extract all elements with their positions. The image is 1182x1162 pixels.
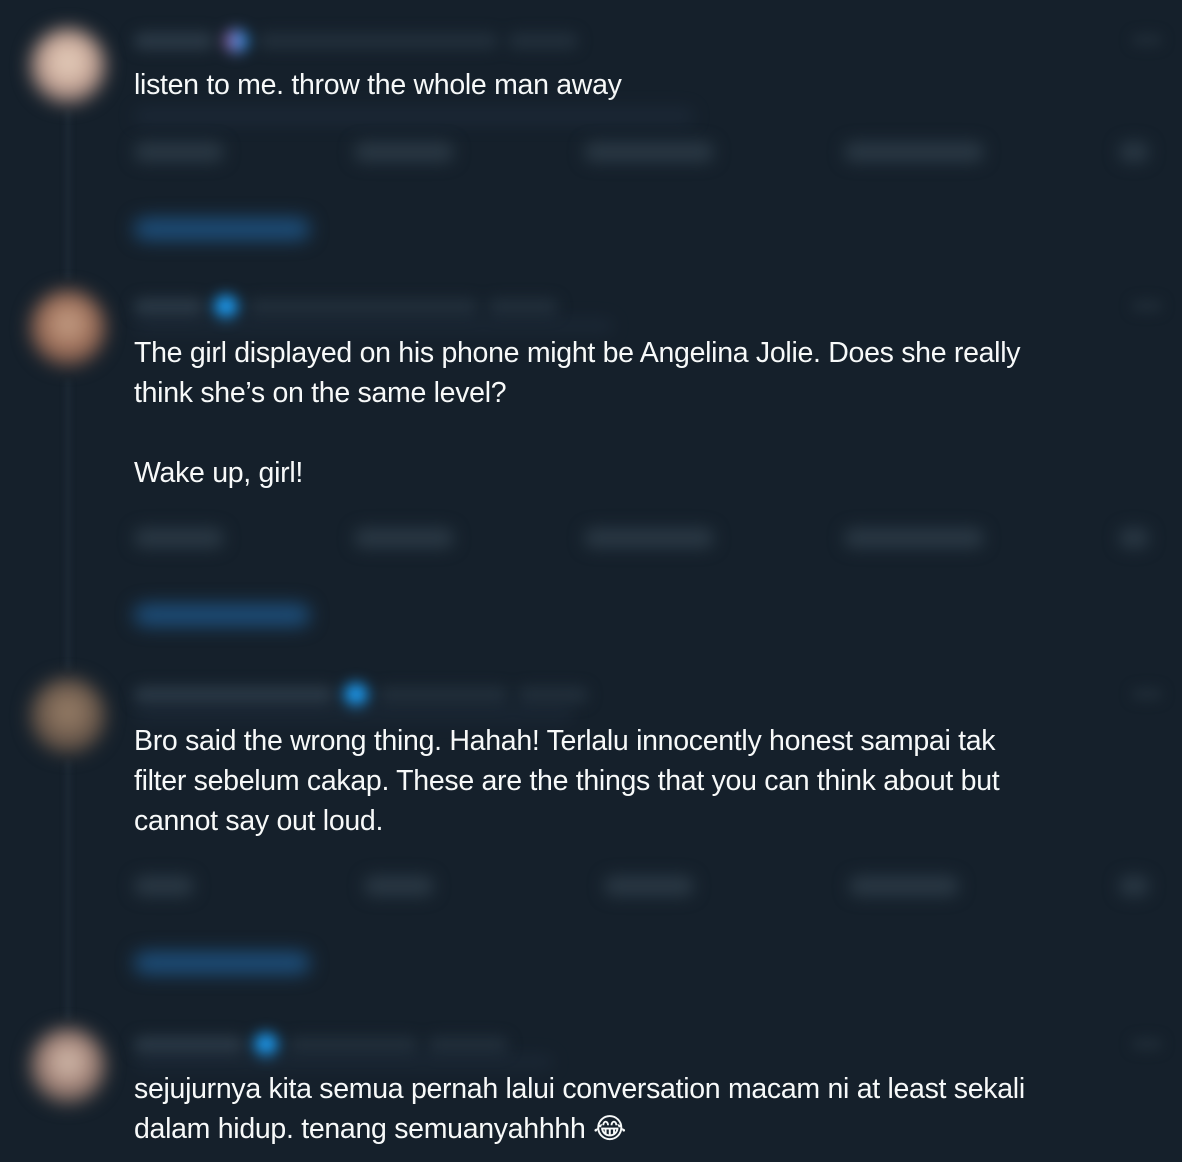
avatar[interactable]	[30, 1028, 106, 1104]
post-text: sejujurnya kita semua pernah lalui conve…	[134, 1069, 1154, 1149]
author-name[interactable]	[134, 1036, 244, 1054]
tears-of-joy-emoji: 😂	[593, 1112, 627, 1145]
author-handle[interactable]	[288, 1037, 418, 1053]
text-redaction	[134, 1054, 554, 1070]
post-text-body: sejujurnya kita semua pernah lalui conve…	[134, 1073, 1025, 1145]
reply-feed: listen to me. throw the whole man away T…	[0, 0, 1182, 1162]
post-timestamp[interactable]	[428, 1037, 508, 1053]
more-icon[interactable]	[1132, 1038, 1162, 1050]
reply-post[interactable]: sejujurnya kita semua pernah lalui conve…	[0, 0, 1182, 1162]
